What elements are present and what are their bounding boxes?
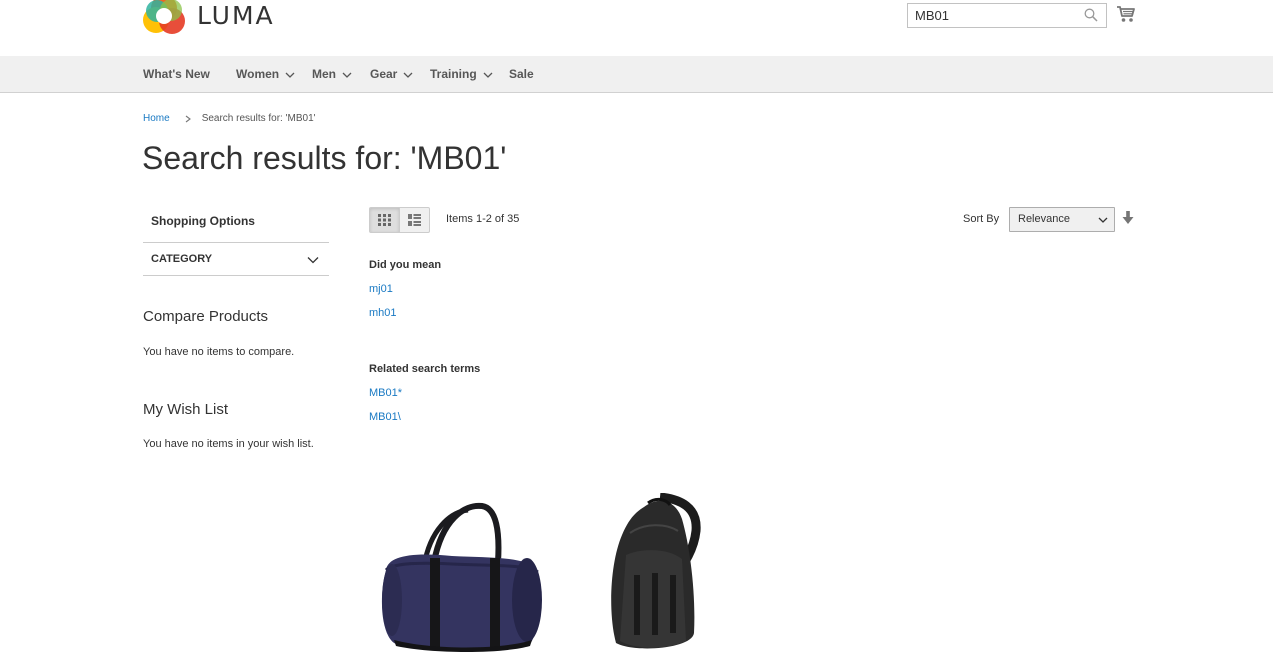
nav-item-label: Sale [509, 67, 534, 81]
search-icon[interactable] [1084, 8, 1098, 22]
nav-item-gear[interactable]: Gear [370, 56, 413, 93]
grid-view-button[interactable] [369, 207, 400, 233]
compare-products-title: Compare Products [143, 308, 269, 325]
chevron-down-icon [1098, 217, 1108, 223]
chevron-down-icon [483, 72, 493, 78]
category-filter[interactable]: CATEGORY [143, 242, 329, 276]
sort-direction-arrow-icon[interactable] [1122, 211, 1134, 225]
nav-item-men[interactable]: Men [312, 56, 352, 93]
category-filter-label: CATEGORY [151, 253, 213, 265]
chevron-down-icon [342, 72, 352, 78]
grid-icon [377, 214, 391, 226]
nav-item-label: Training [430, 67, 477, 81]
nav-item-whats-new[interactable]: What's New [143, 56, 210, 93]
product-image-sling-backpack[interactable] [604, 493, 704, 653]
chevron-down-icon [403, 72, 413, 78]
sort-by-value: Relevance [1018, 213, 1070, 225]
breadcrumb-home-link[interactable]: Home [143, 113, 170, 124]
wish-list-empty-text: You have no items in your wish list. [143, 438, 314, 450]
cart-icon[interactable] [1116, 5, 1136, 23]
chevron-right-icon [185, 115, 191, 122]
nav-item-women[interactable]: Women [236, 56, 295, 93]
shopping-options-heading: Shopping Options [151, 214, 255, 228]
page-header: LUMA [0, 0, 1273, 56]
wish-list-title: My Wish List [143, 401, 229, 418]
chevron-down-icon [307, 257, 319, 264]
related-search-link[interactable]: MB01* [369, 387, 402, 399]
luma-logo[interactable]: LUMA [143, 0, 275, 36]
search-input[interactable] [908, 4, 1078, 27]
toolbar-amount: Items 1-2 of 35 [446, 213, 520, 225]
breadcrumb-current: Search results for: 'MB01' [201, 113, 316, 124]
nav-item-label: Women [236, 67, 280, 81]
nav-item-label: Men [312, 67, 336, 81]
list-icon [408, 214, 421, 226]
main-navigation: What's New Women Men Gear Training Sale [0, 56, 1273, 93]
related-search-terms-title: Related search terms [369, 363, 481, 375]
related-search-link[interactable]: MB01\ [369, 411, 401, 423]
list-view-button[interactable] [399, 207, 430, 233]
nav-item-label: Gear [370, 67, 398, 81]
page-title: Search results for: 'MB01' [142, 140, 507, 176]
sort-by-label: Sort By [963, 213, 1000, 225]
nav-item-sale[interactable]: Sale [509, 56, 534, 93]
compare-empty-text: You have no items to compare. [143, 346, 295, 358]
chevron-down-icon [285, 72, 295, 78]
nav-item-label: What's New [143, 67, 210, 81]
product-image-duffle-bag[interactable] [372, 500, 547, 653]
luma-logo-icon [143, 0, 185, 34]
did-you-mean-title: Did you mean [369, 259, 442, 271]
search-box [907, 3, 1107, 28]
breadcrumb: Home Search results for: 'MB01' [143, 113, 316, 124]
did-you-mean-link[interactable]: mj01 [369, 283, 393, 295]
logo-text: LUMA [197, 0, 275, 30]
sort-by-select[interactable]: Relevance [1009, 207, 1115, 232]
nav-item-training[interactable]: Training [430, 56, 493, 93]
did-you-mean-link[interactable]: mh01 [369, 307, 397, 319]
